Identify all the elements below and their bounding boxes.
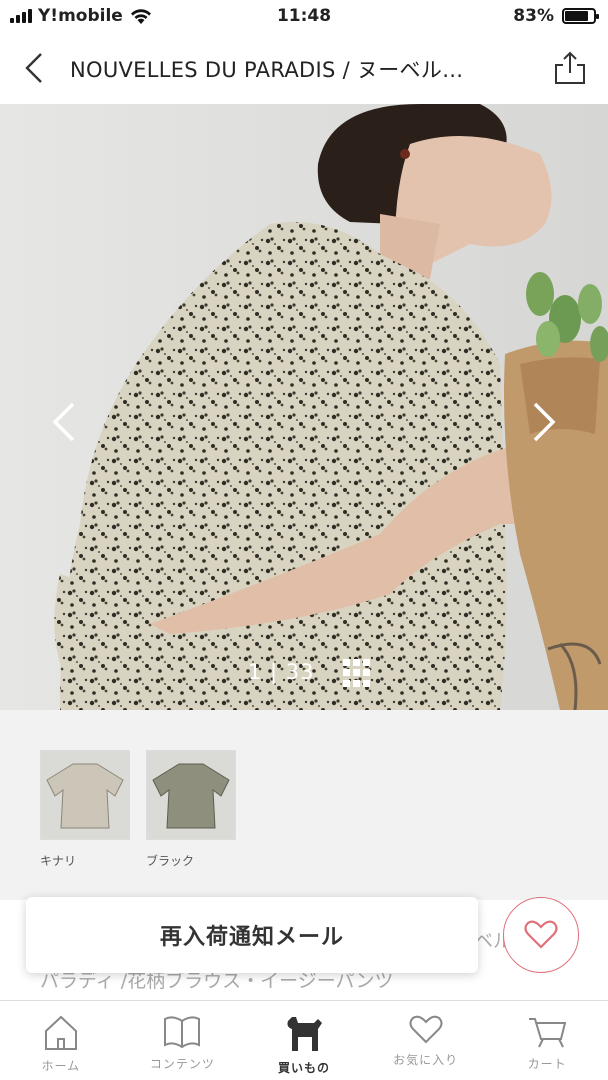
chevron-left-icon <box>52 402 75 442</box>
swatch-thumbnail <box>146 750 236 840</box>
gallery-next-button[interactable] <box>524 400 564 444</box>
status-right: 83% <box>513 6 599 26</box>
grid-icon <box>343 659 350 666</box>
chevron-left-icon <box>25 53 42 83</box>
share-icon <box>555 51 585 84</box>
product-photo <box>0 104 608 710</box>
tab-cart[interactable]: カート <box>486 1001 608 1080</box>
swatch-thumbnail <box>40 750 130 840</box>
swatch-kinari[interactable]: キナリ <box>40 750 130 869</box>
favorite-button[interactable] <box>503 897 579 973</box>
swatch-label: ブラック <box>146 854 195 868</box>
battery-percent: 83% <box>513 6 554 26</box>
book-icon <box>164 1016 201 1049</box>
tab-label: お気に入り <box>393 1053 459 1067</box>
grid-view-button[interactable] <box>343 659 371 687</box>
home-icon <box>44 1015 77 1050</box>
bottom-tab-bar: ホーム コンテンツ 買いもの お気に入り カート <box>0 1000 608 1080</box>
blouse-thumbnail <box>46 763 124 829</box>
tab-shopping[interactable]: 買いもの <box>243 1001 365 1080</box>
product-image-carousel[interactable]: 1 | 33 <box>0 104 608 710</box>
horse-icon <box>287 1017 322 1051</box>
page-title: NOUVELLES DU PARADIS / ヌーベル… <box>70 58 464 82</box>
battery-level <box>565 11 589 21</box>
tab-home[interactable]: ホーム <box>0 1001 122 1080</box>
restock-notify-button[interactable]: 再入荷通知メール <box>26 897 478 973</box>
swatch-black[interactable]: ブラック <box>146 750 236 869</box>
tab-label: カート <box>527 1057 567 1071</box>
image-counter: 1 | 33 <box>248 660 315 684</box>
blouse-thumbnail <box>152 763 230 829</box>
share-button[interactable] <box>550 48 590 88</box>
heart-icon <box>524 920 558 949</box>
cart-icon <box>529 1018 567 1048</box>
heart-icon <box>409 1015 443 1044</box>
tab-contents[interactable]: コンテンツ <box>122 1001 244 1080</box>
tab-label: ホーム <box>41 1059 81 1073</box>
swatch-label: キナリ <box>40 854 77 868</box>
status-bar: Y!mobile 11:48 83% <box>0 0 608 34</box>
back-button[interactable] <box>14 48 54 88</box>
header: NOUVELLES DU PARADIS / ヌーベル… <box>0 34 608 104</box>
gallery-prev-button[interactable] <box>44 400 84 444</box>
tab-favorites[interactable]: お気に入り <box>365 1001 487 1080</box>
tab-label: コンテンツ <box>149 1057 215 1071</box>
tab-label: 買いもの <box>277 1061 330 1075</box>
chevron-right-icon <box>533 402 556 442</box>
battery-icon <box>562 8 599 24</box>
color-swatch-list: キナリ ブラック <box>0 710 608 900</box>
